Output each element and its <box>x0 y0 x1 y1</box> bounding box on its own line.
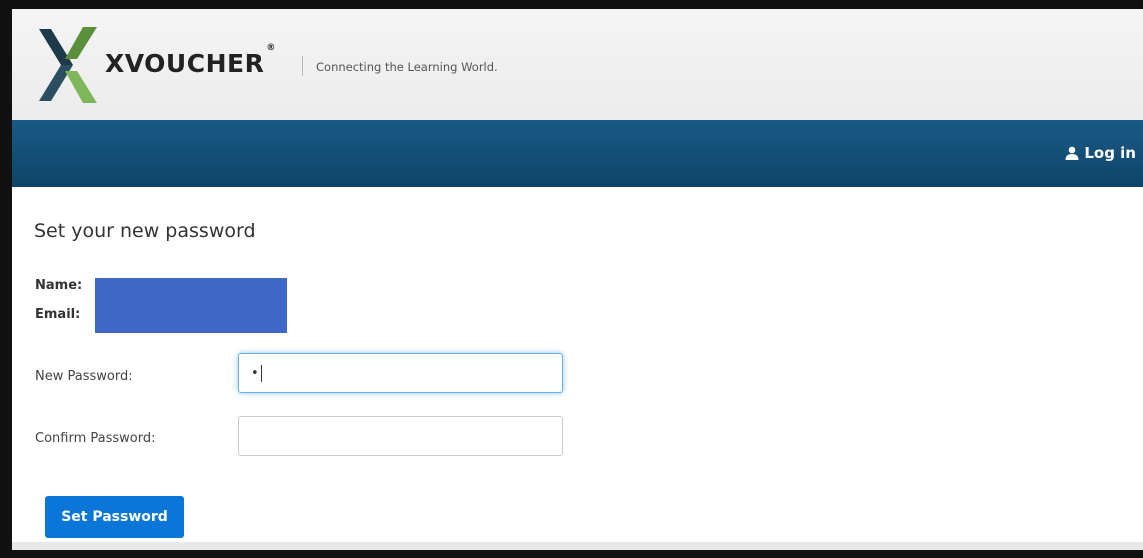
login-link[interactable]: Log in <box>1065 144 1136 162</box>
email-label: Email: <box>35 307 81 322</box>
page-title: Set your new password <box>34 220 256 242</box>
set-password-button[interactable]: Set Password <box>45 496 184 538</box>
brand-name[interactable]: XVOUCHER® <box>105 43 276 78</box>
brand-wordmark: XVOUCHER <box>105 49 265 78</box>
redacted-user-info <box>95 278 287 333</box>
browser-viewport: XVOUCHER® Connecting the Learning World.… <box>12 9 1143 550</box>
footer-strip <box>12 542 1143 550</box>
login-label: Log in <box>1084 144 1136 162</box>
registered-mark: ® <box>266 43 276 53</box>
set-password-panel: Set your new password Name: Email: New P… <box>12 187 1143 550</box>
new-password-value: • <box>251 365 259 381</box>
confirm-password-input[interactable] <box>238 416 563 456</box>
site-header: XVOUCHER® Connecting the Learning World. <box>12 9 1143 120</box>
xvoucher-logo-icon[interactable] <box>37 25 99 105</box>
confirm-password-label: Confirm Password: <box>35 431 156 446</box>
main-navbar: Log in <box>12 120 1143 187</box>
new-password-label: New Password: <box>35 369 133 384</box>
text-cursor <box>260 364 262 382</box>
user-icon <box>1065 146 1079 160</box>
name-label: Name: <box>35 278 83 293</box>
new-password-input[interactable]: • <box>238 353 563 393</box>
brand-tagline: Connecting the Learning World. <box>316 60 498 74</box>
header-divider <box>302 56 303 76</box>
